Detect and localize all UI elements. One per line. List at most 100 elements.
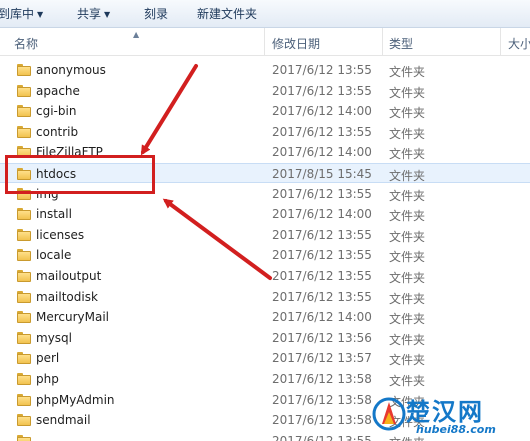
file-name: mailoutput [36, 269, 102, 283]
file-row[interactable]: mailoutput 2017/6/12 13:55 文件夹 [0, 266, 530, 286]
file-name: anonymous [36, 63, 106, 77]
file-modified-date: 2017/6/12 13:57 [272, 351, 372, 366]
burn-button[interactable]: 刻录 [144, 5, 168, 23]
file-name: htdocs [36, 167, 77, 181]
file-name: install [36, 207, 72, 222]
file-modified-date: 2017/6/12 13:58 [272, 392, 372, 407]
file-type: 文件夹 [389, 126, 426, 141]
burn-label: 刻录 [144, 7, 169, 21]
include-in-library-label: 到库中 [0, 7, 35, 21]
column-header-type[interactable]: 类型 [389, 35, 413, 52]
column-header-size[interactable]: 大小 [508, 35, 530, 52]
new-folder-label: 新建文件夹 [197, 7, 258, 21]
file-name: phpMyAdmin [36, 392, 115, 407]
file-type: 文件夹 [389, 188, 426, 203]
file-row[interactable]: htdocs 2017/8/15 15:45 文件夹 [0, 163, 530, 183]
file-name: mysql [36, 330, 72, 345]
file-name: FileZillaFTP [36, 145, 103, 160]
chevron-down-icon: ▼ [37, 10, 44, 19]
column-divider[interactable] [500, 28, 501, 56]
folder-icon [17, 64, 31, 76]
folder-icon [17, 125, 31, 138]
file-modified-date: 2017/6/12 13:55 [272, 186, 372, 201]
file-name: MercuryMail [36, 310, 110, 325]
folder-icon [17, 393, 31, 406]
file-modified-date: 2017/6/12 13:55 [272, 433, 372, 441]
sort-ascending-icon: ▲ [133, 30, 140, 39]
file-name: apache [36, 83, 80, 98]
folder-icon [17, 208, 31, 221]
file-row[interactable]: perl 2017/6/12 13:57 文件夹 [0, 348, 530, 368]
file-type: 文件夹 [389, 147, 426, 162]
folder-icon [17, 311, 31, 324]
file-name: locale [36, 248, 72, 263]
folder-icon [17, 414, 31, 427]
file-row[interactable]: locale 2017/6/12 13:55 文件夹 [0, 245, 530, 265]
file-modified-date: 2017/6/12 14:00 [272, 104, 372, 119]
file-type: 文件夹 [389, 169, 426, 183]
folder-icon [17, 270, 31, 282]
file-row[interactable]: php 2017/6/12 13:58 文件夹 [0, 369, 530, 389]
file-modified-date: 2017/8/15 15:45 [272, 167, 372, 181]
column-header-name[interactable]: 名称 [14, 35, 38, 52]
file-row[interactable]: apache 2017/6/12 13:55 文件夹 [0, 81, 530, 101]
folder-icon [17, 249, 31, 262]
column-header-row: ▲ 名称 修改日期 类型 大小 [0, 28, 530, 56]
file-name: licenses [36, 227, 85, 242]
file-name: cgi-bin [36, 104, 77, 119]
file-row[interactable]: img 2017/6/12 13:55 文件夹 [0, 184, 530, 204]
file-row[interactable]: licenses 2017/6/12 13:55 文件夹 [0, 225, 530, 245]
file-modified-date: 2017/6/12 14:00 [272, 145, 372, 160]
folder-icon [17, 105, 31, 118]
folder-icon [17, 228, 31, 241]
folder-icon [17, 434, 31, 441]
file-row[interactable]: mysql 2017/6/12 13:56 文件夹 [0, 328, 530, 348]
share-button[interactable]: 共享 ▼ [77, 5, 110, 23]
file-modified-date: 2017/6/12 13:55 [272, 83, 372, 98]
file-row[interactable]: mailtodisk 2017/6/12 13:55 文件夹 [0, 287, 530, 307]
file-modified-date: 2017/6/12 13:56 [272, 330, 372, 345]
file-type: 文件夹 [389, 353, 426, 368]
file-type: 文件夹 [389, 250, 426, 265]
file-row[interactable]: install 2017/6/12 14:00 文件夹 [0, 204, 530, 224]
file-row[interactable]: contrib 2017/6/12 13:55 文件夹 [0, 122, 530, 142]
file-modified-date: 2017/6/12 13:58 [272, 413, 372, 428]
file-type: 文件夹 [389, 65, 426, 79]
file-type: 文件夹 [389, 209, 426, 224]
file-type: 文件夹 [389, 106, 426, 121]
column-header-modified[interactable]: 修改日期 [272, 35, 320, 52]
file-modified-date: 2017/6/12 14:00 [272, 207, 372, 222]
file-name: img [36, 186, 59, 201]
site-watermark: 楚汉网 hubei88.com [368, 392, 530, 441]
watermark-url: hubei88.com [416, 423, 496, 436]
folder-icon [17, 168, 31, 180]
file-name: php [36, 372, 59, 386]
file-row[interactable]: cgi-bin 2017/6/12 14:00 文件夹 [0, 101, 530, 121]
file-row[interactable]: FileZillaFTP 2017/6/12 14:00 文件夹 [0, 142, 530, 162]
folder-icon [17, 84, 31, 97]
column-divider[interactable] [382, 28, 383, 56]
file-type: 文件夹 [389, 85, 426, 100]
file-modified-date: 2017/6/12 14:00 [272, 310, 372, 325]
file-row[interactable]: anonymous 2017/6/12 13:55 文件夹 [0, 60, 530, 80]
file-type: 文件夹 [389, 229, 426, 244]
include-in-library-button[interactable]: 到库中 ▼ [0, 5, 43, 23]
file-type: 文件夹 [389, 374, 426, 388]
chevron-down-icon: ▼ [104, 10, 111, 19]
file-modified-date: 2017/6/12 13:55 [272, 227, 372, 242]
file-name: sendmail [36, 413, 91, 428]
file-name: perl [36, 351, 60, 366]
file-modified-date: 2017/6/12 13:55 [272, 63, 372, 77]
new-folder-button[interactable]: 新建文件夹 [197, 5, 257, 23]
folder-icon [17, 187, 31, 200]
file-type: 文件夹 [389, 291, 426, 306]
watermark-title: 楚汉网 [406, 398, 484, 426]
column-divider[interactable] [264, 28, 265, 56]
folder-icon [17, 290, 31, 303]
share-label: 共享 [77, 7, 102, 21]
file-name: mailtodisk [36, 289, 98, 304]
explorer-toolbar: 到库中 ▼ 共享 ▼ 刻录 新建文件夹 [0, 0, 530, 28]
folder-icon [17, 331, 31, 344]
file-row[interactable]: MercuryMail 2017/6/12 14:00 文件夹 [0, 307, 530, 327]
file-name: contrib [36, 124, 79, 139]
